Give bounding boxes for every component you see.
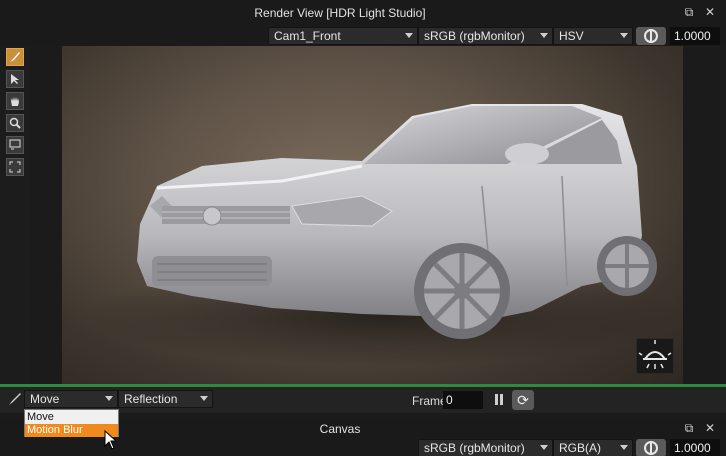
tool-palette [0, 46, 30, 384]
paint-brush-icon [10, 52, 20, 62]
camera-dropdown-value: Cam1_Front [274, 29, 341, 43]
render-view-toolbar: Cam1_Front sRGB (rgbMonitor) HSV 1.0000 [0, 26, 726, 46]
render-view-title: Render View [HDR Light Studio] [254, 6, 426, 20]
chevron-down-icon [620, 33, 628, 38]
loop-button[interactable]: ⟳ [512, 390, 534, 410]
chevron-down-icon [405, 33, 413, 38]
render-viewport[interactable] [62, 46, 683, 384]
menu-item-move[interactable]: Move [25, 411, 118, 424]
pan-tool[interactable] [6, 92, 24, 110]
mode-dropdown[interactable]: Move [24, 390, 118, 408]
globe-icon [644, 441, 658, 455]
globe-icon [644, 29, 658, 43]
frame-label: Frame [412, 394, 447, 408]
color-mode-value: HSV [559, 29, 584, 43]
mouse-cursor-icon [104, 430, 118, 450]
canvas-color-space-value: sRGB (rgbMonitor) [424, 441, 525, 455]
display-options-button[interactable] [636, 27, 666, 45]
canvas-channels-dropdown[interactable]: RGB(A) [553, 439, 633, 456]
car-render-image [82, 104, 682, 366]
pause-button[interactable] [488, 391, 508, 409]
paint-brush-icon [9, 393, 21, 405]
paint-brush-tool[interactable] [6, 48, 24, 66]
light-bulb-icon [638, 340, 672, 369]
chevron-down-icon [540, 33, 548, 38]
exposure-field[interactable]: 1.0000 [670, 27, 720, 45]
refresh-icon: ⟳ [517, 392, 529, 408]
light-preview-button[interactable] [636, 338, 674, 374]
color-mode-dropdown[interactable]: HSV [553, 27, 633, 45]
chevron-down-icon [540, 445, 548, 450]
chevron-down-icon [620, 445, 628, 450]
select-arrow-icon [11, 74, 19, 84]
mode-dropdown-value: Move [30, 392, 60, 406]
color-space-dropdown[interactable]: sRGB (rgbMonitor) [418, 27, 553, 45]
select-tool[interactable] [6, 70, 24, 88]
canvas-display-options-button[interactable] [636, 439, 666, 456]
camera-dropdown[interactable]: Cam1_Front [268, 27, 418, 45]
zoom-icon [9, 117, 21, 129]
canvas-color-space-dropdown[interactable]: sRGB (rgbMonitor) [418, 439, 553, 456]
frame-input[interactable]: 0 [443, 391, 483, 409]
canvas-channels-value: RGB(A) [559, 441, 601, 455]
float-window-icon[interactable]: ⧉ [683, 6, 695, 18]
chevron-down-icon [105, 396, 113, 401]
reflection-dropdown-value: Reflection [124, 392, 178, 406]
render-view-titlebar: Render View [HDR Light Studio] ⧉ ✕ [0, 0, 726, 26]
region-select-tool[interactable] [6, 136, 24, 154]
fit-view-tool[interactable] [6, 158, 24, 176]
close-icon[interactable]: ✕ [704, 6, 716, 18]
reflection-dropdown[interactable]: Reflection [118, 390, 213, 408]
hand-pan-icon [11, 97, 19, 106]
canvas-exposure-field[interactable]: 1.0000 [670, 439, 720, 456]
region-select-icon [9, 139, 21, 150]
float-window-icon[interactable]: ⧉ [683, 422, 695, 434]
close-icon[interactable]: ✕ [704, 422, 716, 434]
color-space-value: sRGB (rgbMonitor) [424, 29, 525, 43]
fit-view-icon [9, 161, 21, 173]
zoom-tool[interactable] [6, 114, 24, 132]
chevron-down-icon [200, 396, 208, 401]
